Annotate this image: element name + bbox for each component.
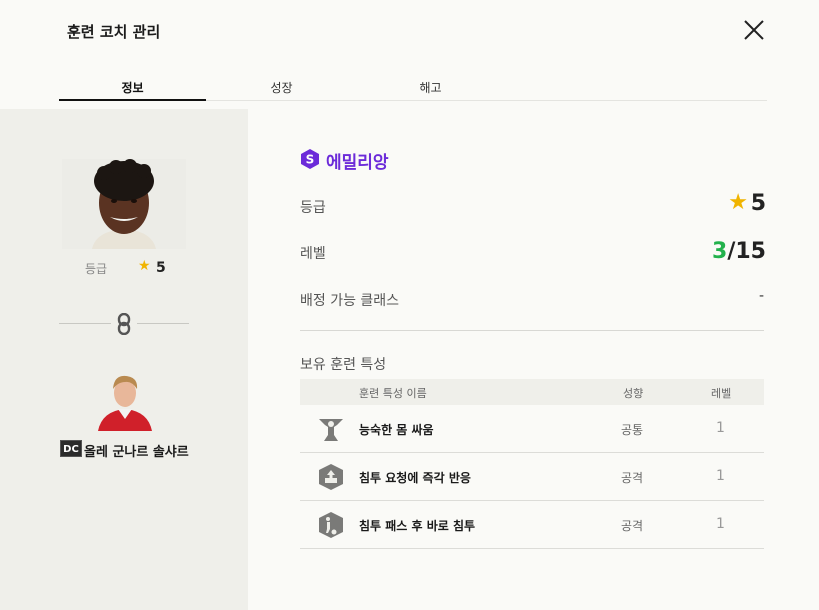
tab-bar: 정보 성장 해고 <box>59 78 767 101</box>
trait-name: 침투 요청에 즉각 반응 <box>359 471 471 485</box>
request-icon <box>319 464 343 490</box>
close-icon[interactable] <box>742 18 766 42</box>
table-row[interactable]: 능숙한 몸 싸움 공통 1 <box>300 405 764 453</box>
trait-type: 공통 <box>621 423 644 437</box>
table-row[interactable]: 침투 패스 후 바로 침투 공격 1 <box>300 501 764 549</box>
player-name: 에밀리앙 <box>326 153 389 173</box>
grade-label: 등급 <box>300 200 326 216</box>
link-icon <box>117 313 131 335</box>
tab-growth[interactable]: 성장 <box>208 78 355 101</box>
trait-level: 1 <box>716 420 725 436</box>
player-portrait <box>62 159 186 249</box>
table-header: 훈련 특성 이름 성향 레벨 <box>300 379 764 405</box>
star-icon: ★ <box>728 190 748 215</box>
tab-dismiss[interactable]: 해고 <box>357 78 504 101</box>
star-icon: ★ <box>138 258 151 274</box>
svg-text:S: S <box>306 153 315 167</box>
trait-type: 공격 <box>621 471 644 485</box>
divider <box>137 323 189 324</box>
column-header-name: 훈련 특성 이름 <box>359 387 427 400</box>
column-header-level: 레벨 <box>711 387 732 400</box>
s-badge-icon: S <box>301 149 319 169</box>
left-panel: 등급 ★ 5 DC 올레 군나르 솔샤르 <box>0 109 248 610</box>
assign-class-value: - <box>758 288 764 304</box>
trait-level: 1 <box>716 468 725 484</box>
wrestle-icon <box>319 419 343 441</box>
page-title: 훈련 코치 관리 <box>67 23 161 41</box>
divider <box>300 330 764 331</box>
grade-label: 등급 <box>85 262 108 276</box>
table-row[interactable]: 침투 요청에 즉각 반응 공격 1 <box>300 453 764 501</box>
traits-title: 보유 훈련 특성 <box>300 357 387 373</box>
trait-name: 능숙한 몸 싸움 <box>359 423 434 437</box>
tab-info[interactable]: 정보 <box>59 78 206 101</box>
trait-type: 공격 <box>621 519 644 533</box>
pass-run-icon <box>319 512 343 538</box>
coach-class-badge: DC <box>60 440 82 457</box>
trait-name: 침투 패스 후 바로 침투 <box>359 519 476 533</box>
grade-value: 5 <box>156 260 166 276</box>
coach-name: 올레 군나르 솔샤르 <box>84 445 189 460</box>
trait-level: 1 <box>716 516 725 532</box>
level-current: 3 <box>712 239 728 264</box>
assign-class-label: 배정 가능 클래스 <box>300 293 400 309</box>
column-header-type: 성향 <box>623 387 644 400</box>
level-max: /15 <box>727 239 766 264</box>
level-label: 레벨 <box>300 246 326 262</box>
level-value: 3/15 <box>712 239 766 264</box>
divider <box>59 323 111 324</box>
coach-portrait <box>98 375 152 431</box>
grade-value: 5 <box>750 191 766 216</box>
